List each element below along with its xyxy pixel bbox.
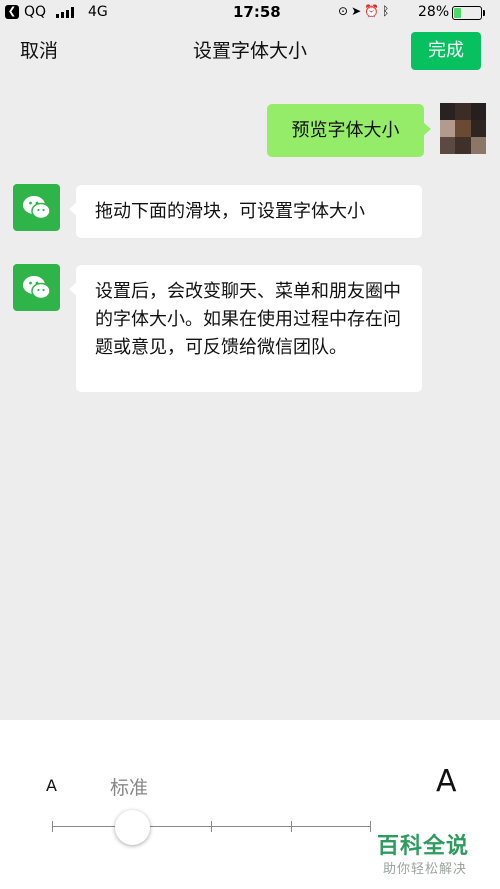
clock: 17:58 bbox=[233, 3, 281, 21]
user-avatar bbox=[440, 103, 486, 154]
slider-tick[interactable] bbox=[211, 821, 212, 832]
status-bar: ❮ QQ 4G 17:58 ⊙➤⏰ᛒ 28% bbox=[0, 0, 500, 26]
wechat-avatar bbox=[13, 184, 60, 231]
font-size-small-label: A bbox=[46, 776, 57, 795]
cancel-button[interactable]: 取消 bbox=[20, 38, 58, 64]
signal-bars-icon bbox=[56, 7, 76, 18]
font-size-slider-thumb[interactable] bbox=[114, 810, 150, 845]
lock-rotation-icon: ⊙ bbox=[338, 4, 352, 18]
done-button[interactable]: 完成 bbox=[411, 32, 481, 70]
location-icon: ➤ bbox=[351, 4, 365, 18]
slider-tick[interactable] bbox=[370, 821, 371, 832]
font-size-standard-label: 标准 bbox=[110, 777, 149, 799]
message-bubble-outgoing: 预览字体大小 bbox=[267, 104, 431, 157]
status-icons: ⊙➤⏰ᛒ bbox=[338, 4, 398, 21]
bluetooth-icon: ᛒ bbox=[382, 4, 393, 18]
wechat-logo-icon bbox=[23, 276, 51, 300]
message-bubble-incoming: 设置后，会改变聊天、菜单和朋友圈中的字体大小。如果在使用过程中存在问题或意见，可… bbox=[69, 265, 422, 392]
carrier-label: QQ bbox=[24, 4, 47, 20]
battery-percent: 28% bbox=[418, 4, 450, 20]
slider-tick[interactable] bbox=[52, 821, 53, 832]
alarm-icon: ⏰ bbox=[364, 4, 383, 18]
watermark-slogan: 助你轻松解决 bbox=[383, 862, 468, 877]
wechat-avatar bbox=[13, 264, 60, 311]
wechat-logo-icon bbox=[23, 196, 51, 220]
battery-icon bbox=[452, 6, 482, 20]
battery-fill bbox=[454, 8, 461, 18]
back-arrow-icon[interactable]: ❮ bbox=[5, 5, 19, 19]
network-label: 4G bbox=[88, 4, 108, 20]
battery-tip bbox=[483, 10, 485, 16]
slider-tick[interactable] bbox=[290, 821, 292, 832]
message-bubble-incoming: 拖动下面的滑块，可设置字体大小 bbox=[69, 185, 422, 238]
font-size-large-label: A bbox=[436, 764, 457, 799]
watermark-logo-text: 百科全说 bbox=[377, 834, 470, 859]
